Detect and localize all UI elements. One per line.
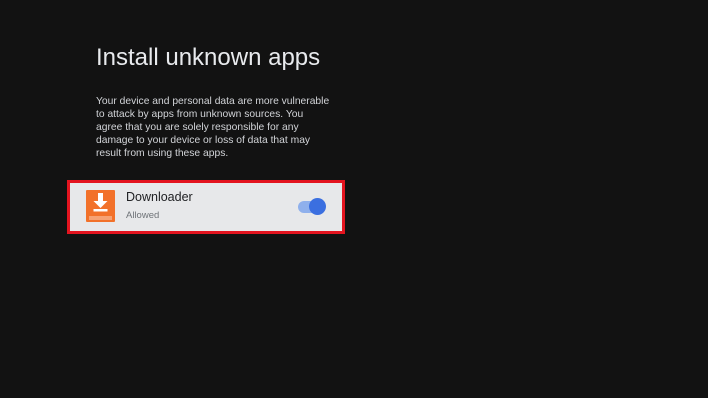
app-name: Downloader xyxy=(126,190,193,204)
app-status: Allowed xyxy=(126,210,160,221)
app-icon-caption xyxy=(89,216,112,220)
downloader-app-icon xyxy=(86,190,115,222)
allow-toggle[interactable] xyxy=(298,198,326,216)
app-item-downloader[interactable]: Downloader Allowed xyxy=(67,180,345,234)
warning-text: Your device and personal data are more v… xyxy=(96,96,330,159)
download-arrow-icon xyxy=(93,193,108,212)
page-title: Install unknown apps xyxy=(96,44,321,71)
toggle-thumb xyxy=(309,198,326,215)
